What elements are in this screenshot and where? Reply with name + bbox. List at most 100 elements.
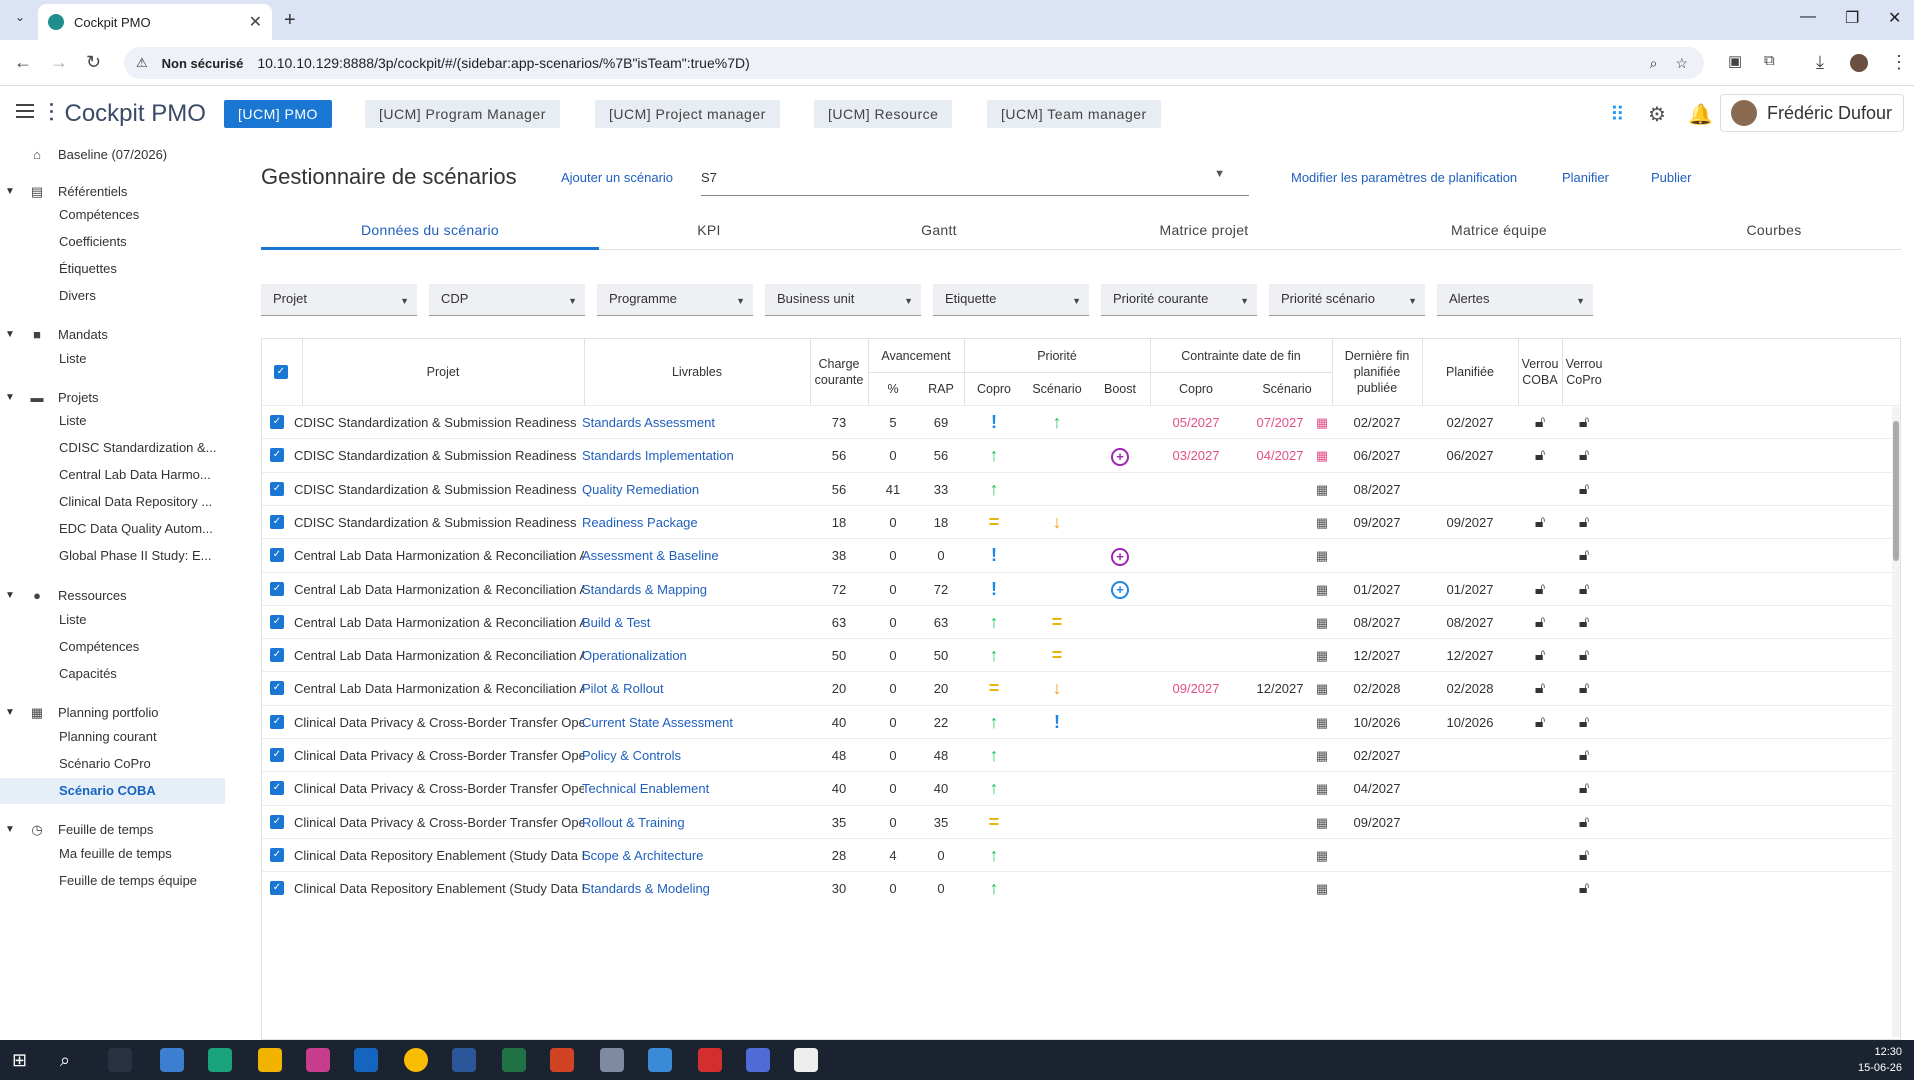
sidebar-item-project-cdisc[interactable]: CDISC Standardization &... [59,435,219,461]
filter-1[interactable]: CDP ▼ [429,284,585,316]
puzzle-icon[interactable]: ⧉ [1764,52,1775,69]
sidebar-item-divers[interactable]: Divers [59,283,219,309]
close-tab-icon[interactable]: ✕ [249,12,262,32]
cell-contrainte-copro[interactable] [1150,573,1242,606]
table-row[interactable]: ✓ Clinical Data Privacy & Cross-Border Tr… [262,738,1900,772]
lock-coba-icon[interactable]: 🔓︎ [1535,447,1545,464]
m365-icon[interactable] [306,1048,330,1072]
calendar-icon[interactable]: ▦ [1316,881,1328,896]
calendar-icon[interactable]: ▦ [1316,615,1328,630]
plan-link[interactable]: Planifier [1562,170,1609,185]
role-resource-button[interactable]: [UCM] Resource [814,100,953,128]
col-contrainte-copro[interactable]: Copro [1150,372,1242,405]
excel-icon[interactable] [502,1048,526,1072]
cell-livrable-link[interactable]: Operationalization [582,639,810,672]
cell-contrainte-scenario[interactable]: 12/2027 [1242,672,1318,705]
filter-3[interactable]: Business unit ▼ [765,284,921,316]
col-priorite-copro[interactable]: Copro [964,372,1024,405]
cell-livrable-link[interactable]: Build & Test [582,606,810,639]
row-checkbox[interactable]: ✓ [270,814,284,829]
table-row[interactable]: ✓ CDISC Standardization & Submission Read… [262,438,1900,472]
chrome-icon[interactable] [404,1048,428,1072]
sidebar-item-etiquettes[interactable]: Étiquettes [59,256,219,282]
cell-contrainte-scenario[interactable]: 07/2027 [1242,406,1318,439]
filter-0[interactable]: Projet ▼ [261,284,417,316]
calendar-icon[interactable]: ▦ [1316,748,1328,763]
role-program-manager-button[interactable]: [UCM] Program Manager [365,100,560,128]
paint-icon[interactable] [600,1048,624,1072]
cell-contrainte-scenario[interactable] [1242,772,1318,805]
lock-coba-icon[interactable]: 🔓︎ [1535,581,1545,598]
tab-gantt[interactable]: Gantt [819,210,1059,250]
hamburger-menu-icon[interactable] [16,104,34,118]
cell-contrainte-copro[interactable]: 05/2027 [1150,406,1242,439]
lock-copro-icon[interactable]: 🔓︎ [1579,747,1589,764]
new-tab-icon[interactable]: + [284,9,296,32]
table-row[interactable]: ✓ Central Lab Data Harmonization & Reconc… [262,671,1900,705]
cell-livrable-link[interactable]: Pilot & Rollout [582,672,810,705]
cell-contrainte-copro[interactable] [1150,506,1242,539]
tab-courbes[interactable]: Courbes [1649,210,1899,250]
edge-icon[interactable] [208,1048,232,1072]
cell-contrainte-scenario[interactable] [1242,706,1318,739]
col-projet[interactable]: Projet [302,339,584,405]
app-icon[interactable] [648,1048,672,1072]
filter-7[interactable]: Alertes ▼ [1437,284,1593,316]
calendar-icon[interactable]: ▦ [1316,448,1328,463]
filter-2[interactable]: Programme ▼ [597,284,753,316]
calendar-icon[interactable]: ▦ [1316,715,1328,730]
cell-contrainte-scenario[interactable] [1242,573,1318,606]
lock-coba-icon[interactable]: 🔓︎ [1535,614,1545,631]
sidebar-item-projets-liste[interactable]: Liste [59,408,219,434]
sidebar-section-ressources[interactable]: ▼ ● Ressources [0,582,225,608]
calendar-icon[interactable]: ▦ [1316,415,1328,430]
cell-livrable-link[interactable]: Readiness Package [582,506,810,539]
boost-plus-icon[interactable]: + [1111,447,1129,466]
role-pmo-button[interactable]: [UCM] PMO [224,100,332,128]
col-rap[interactable]: RAP [918,372,964,405]
cell-livrable-link[interactable]: Policy & Controls [582,739,810,772]
sidebar-section-projets[interactable]: ▼ ▬ Projets [0,384,225,410]
row-checkbox[interactable]: ✓ [270,548,284,563]
tab-list-icon[interactable]: ⌄ [8,10,32,32]
col-priorite-scenario[interactable]: Scénario [1024,372,1090,405]
row-checkbox[interactable]: ✓ [270,581,284,596]
taskbar-clock[interactable]: 12:30 15-06-26 [1858,1044,1902,1076]
cell-livrable-link[interactable]: Standards & Modeling [582,872,810,905]
cell-livrable-link[interactable]: Current State Assessment [582,706,810,739]
sidebar-item-ressources-liste[interactable]: Liste [59,607,219,633]
lock-copro-icon[interactable]: 🔓︎ [1579,547,1589,564]
lock-copro-icon[interactable]: 🔓︎ [1579,514,1589,531]
row-checkbox[interactable]: ✓ [270,681,284,696]
lock-copro-icon[interactable]: 🔓︎ [1579,581,1589,598]
powerpoint-icon[interactable] [550,1048,574,1072]
notification-bell-icon[interactable]: 🔔 [1688,102,1713,127]
lock-copro-icon[interactable]: 🔓︎ [1579,880,1589,897]
cell-contrainte-copro[interactable] [1150,839,1242,872]
lock-copro-icon[interactable]: 🔓︎ [1579,414,1589,431]
sidebar-item-project-central-lab[interactable]: Central Lab Data Harmo... [59,462,219,488]
tab-donnees[interactable]: Données du scénario [261,210,599,250]
row-checkbox[interactable]: ✓ [270,748,284,762]
word-icon[interactable] [452,1048,476,1072]
lock-copro-icon[interactable]: 🔓︎ [1579,614,1589,631]
boost-plus-icon[interactable]: + [1111,581,1129,600]
table-row[interactable]: ✓ Central Lab Data Harmonization & Reconc… [262,604,1900,639]
col-verrou-coba[interactable]: Verrou COBA [1518,339,1562,405]
row-checkbox[interactable]: ✓ [270,847,284,862]
apps-grid-icon[interactable]: ⠿ [1610,102,1625,127]
download-icon[interactable]: ⤓ [1816,52,1824,73]
row-checkbox[interactable]: ✓ [270,481,284,496]
sidebar-item-mandats-liste[interactable]: Liste [59,346,219,372]
filter-4[interactable]: Etiquette ▼ [933,284,1089,316]
cell-contrainte-copro[interactable] [1150,872,1242,905]
calendar-icon[interactable]: ▦ [1316,648,1328,663]
cell-contrainte-scenario[interactable]: 04/2027 [1242,439,1318,472]
zoom-icon[interactable]: ⌕ [1650,55,1658,72]
calendar-icon[interactable]: ▦ [1316,848,1328,863]
cell-contrainte-scenario[interactable] [1242,739,1318,772]
cell-contrainte-scenario[interactable] [1242,606,1318,639]
acrobat-icon[interactable] [698,1048,722,1072]
col-derniere-fin[interactable]: Dernière fin planifiée publiée [1332,339,1422,405]
table-scrollbar[interactable] [1892,407,1900,1037]
